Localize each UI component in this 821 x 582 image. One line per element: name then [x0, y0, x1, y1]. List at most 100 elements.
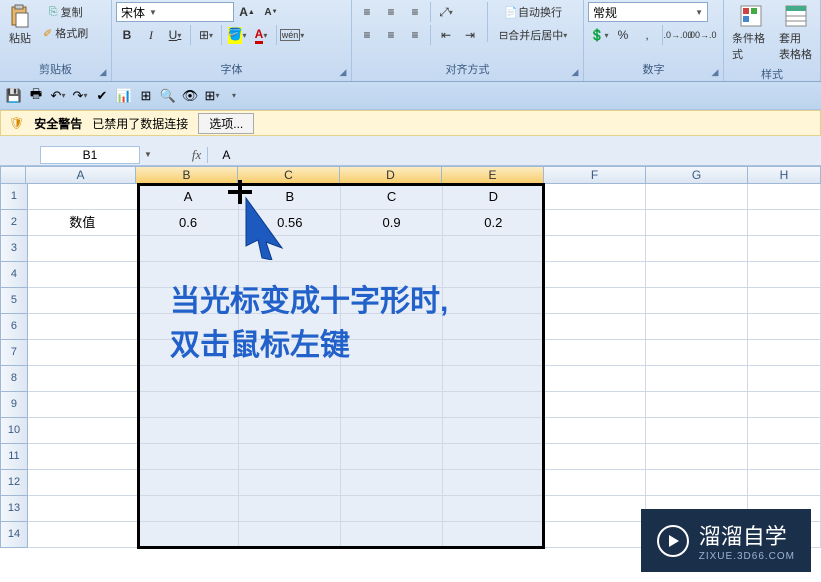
- cell-B9[interactable]: [138, 392, 240, 418]
- comma-button[interactable]: ,: [636, 25, 658, 45]
- cell-A14[interactable]: [28, 522, 138, 548]
- cell-D13[interactable]: [341, 496, 443, 522]
- qat-btn-6[interactable]: 📊: [114, 86, 134, 106]
- cell-C14[interactable]: [239, 522, 341, 548]
- row-header-4[interactable]: 4: [0, 262, 28, 288]
- row-header-11[interactable]: 11: [0, 444, 28, 470]
- row-header-3[interactable]: 3: [0, 236, 28, 262]
- percent-button[interactable]: %: [612, 25, 634, 45]
- align-middle-button[interactable]: ≡: [380, 2, 402, 22]
- cell-G9[interactable]: [646, 392, 748, 418]
- conditional-format-button[interactable]: 条件格式: [728, 2, 773, 64]
- font-color-button[interactable]: A▾: [250, 25, 272, 45]
- cell-C5[interactable]: [239, 288, 341, 314]
- cell-E1[interactable]: D: [443, 184, 545, 210]
- row-header-14[interactable]: 14: [0, 522, 28, 548]
- cell-H12[interactable]: [748, 470, 821, 496]
- print-button[interactable]: 🖶: [26, 86, 46, 106]
- row-header-8[interactable]: 8: [0, 366, 28, 392]
- cell-A12[interactable]: [28, 470, 138, 496]
- cell-E13[interactable]: [443, 496, 545, 522]
- cell-A5[interactable]: [28, 288, 138, 314]
- cell-B10[interactable]: [138, 418, 240, 444]
- cell-F2[interactable]: [545, 210, 647, 236]
- cell-D12[interactable]: [341, 470, 443, 496]
- cell-F1[interactable]: [545, 184, 647, 210]
- indent-dec-button[interactable]: ⇤: [435, 25, 457, 45]
- qat-btn-8[interactable]: 🔍: [158, 86, 178, 106]
- cell-H10[interactable]: [748, 418, 821, 444]
- cell-C1[interactable]: B: [239, 184, 341, 210]
- cell-A8[interactable]: [28, 366, 138, 392]
- cell-G1[interactable]: [646, 184, 748, 210]
- cell-D9[interactable]: [341, 392, 443, 418]
- cell-E4[interactable]: [443, 262, 545, 288]
- border-button[interactable]: ⊞▾: [195, 25, 217, 45]
- cell-F7[interactable]: [545, 340, 647, 366]
- cell-D2[interactable]: 0.9: [341, 210, 443, 236]
- currency-button[interactable]: 💲▾: [588, 25, 610, 45]
- cell-H9[interactable]: [748, 392, 821, 418]
- col-header-B[interactable]: B: [136, 166, 238, 184]
- cell-F4[interactable]: [545, 262, 647, 288]
- undo-button[interactable]: ↶▾: [48, 86, 68, 106]
- cell-G4[interactable]: [646, 262, 748, 288]
- row-header-10[interactable]: 10: [0, 418, 28, 444]
- cell-G5[interactable]: [646, 288, 748, 314]
- cell-E9[interactable]: [443, 392, 545, 418]
- cell-G7[interactable]: [646, 340, 748, 366]
- cell-E10[interactable]: [443, 418, 545, 444]
- cell-H4[interactable]: [748, 262, 821, 288]
- cell-B13[interactable]: [138, 496, 240, 522]
- cell-F12[interactable]: [545, 470, 647, 496]
- cell-E3[interactable]: [443, 236, 545, 262]
- cell-C10[interactable]: [239, 418, 341, 444]
- qat-btn-9[interactable]: 👁: [180, 86, 200, 106]
- cell-G12[interactable]: [646, 470, 748, 496]
- qat-btn-5[interactable]: ✔: [92, 86, 112, 106]
- cell-C8[interactable]: [239, 366, 341, 392]
- cell-H11[interactable]: [748, 444, 821, 470]
- cell-H7[interactable]: [748, 340, 821, 366]
- cell-A2[interactable]: 数值: [28, 210, 138, 236]
- align-bottom-button[interactable]: ≡: [404, 2, 426, 22]
- cell-F8[interactable]: [545, 366, 647, 392]
- cell-E5[interactable]: [443, 288, 545, 314]
- indent-inc-button[interactable]: ⇥: [459, 25, 481, 45]
- qat-customize[interactable]: ▾: [224, 86, 244, 106]
- cell-C2[interactable]: 0.56: [239, 210, 341, 236]
- cell-E7[interactable]: [443, 340, 545, 366]
- name-box[interactable]: B1: [40, 146, 140, 164]
- font-grow-button[interactable]: A▲: [236, 2, 258, 22]
- cell-E8[interactable]: [443, 366, 545, 392]
- merge-center-button[interactable]: ⊟ 合并后居中▾: [494, 25, 572, 45]
- row-header-5[interactable]: 5: [0, 288, 28, 314]
- redo-button[interactable]: ↷▾: [70, 86, 90, 106]
- cell-A1[interactable]: [28, 184, 138, 210]
- italic-button[interactable]: I: [140, 25, 162, 45]
- cell-G2[interactable]: [646, 210, 748, 236]
- dialog-launcher-align[interactable]: ◢: [569, 67, 581, 79]
- cell-H1[interactable]: [748, 184, 821, 210]
- cell-A3[interactable]: [28, 236, 138, 262]
- cell-H6[interactable]: [748, 314, 821, 340]
- format-painter-button[interactable]: ✐ 格式刷: [38, 23, 93, 43]
- cell-A6[interactable]: [28, 314, 138, 340]
- cell-C6[interactable]: [239, 314, 341, 340]
- font-shrink-button[interactable]: A▼: [260, 2, 282, 22]
- col-header-G[interactable]: G: [646, 166, 748, 184]
- cell-D5[interactable]: [341, 288, 443, 314]
- cell-F10[interactable]: [545, 418, 647, 444]
- row-header-2[interactable]: 2: [0, 210, 28, 236]
- cell-B1[interactable]: A: [138, 184, 240, 210]
- orientation-button[interactable]: ⤢▾: [435, 2, 457, 22]
- col-header-F[interactable]: F: [544, 166, 646, 184]
- name-box-dd[interactable]: ▼: [144, 150, 152, 159]
- cell-G10[interactable]: [646, 418, 748, 444]
- inc-decimal-button[interactable]: .0→.00: [667, 25, 689, 45]
- row-header-13[interactable]: 13: [0, 496, 28, 522]
- table-format-button[interactable]: 套用 表格格: [775, 2, 816, 64]
- align-right-button[interactable]: ≡: [404, 25, 426, 45]
- align-top-button[interactable]: ≡: [356, 2, 378, 22]
- fill-color-button[interactable]: 🪣▾: [226, 25, 248, 45]
